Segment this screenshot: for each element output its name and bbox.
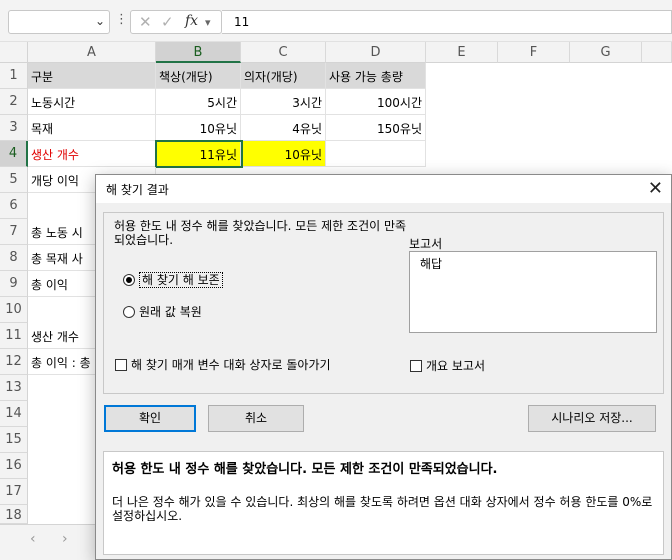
scroll-left-icon[interactable]: ‹ [30,531,36,547]
checkbox-icon [410,360,422,372]
radio-selected-icon [123,274,135,286]
row-header-14[interactable]: 14 [0,401,28,427]
description-box: 허용 한도 내 정수 해를 찾았습니다. 모든 제한 조건이 만족되었습니다. … [103,451,664,555]
row-header-5[interactable]: 5 [0,167,28,193]
restore-original-label: 원래 값 복원 [139,305,202,319]
description-title: 허용 한도 내 정수 해를 찾았습니다. 모든 제한 조건이 만족되었습니다. [112,462,498,477]
cell-a4[interactable]: 생산 개수 [28,141,156,167]
reports-list[interactable]: 해답 [409,251,657,333]
solver-results-dialog: 해 찾기 결과 ✕ 허용 한도 내 정수 해를 찾았습니다. 모든 제한 조건이… [95,174,672,560]
column-header-f[interactable]: F [498,42,570,63]
cell-b4[interactable]: 11유닛 [156,141,241,167]
checkbox-icon [115,359,127,371]
row-header-6[interactable]: 6 [0,193,28,219]
formula-bar: ⌄ ⋮ ✕ ✓ fx ▾ 11 [0,0,672,42]
cell-d4[interactable] [326,141,426,167]
column-header-h[interactable] [642,42,672,63]
function-dropdown-icon[interactable]: ▾ [205,16,211,29]
row-header-3[interactable]: 3 [0,115,28,141]
ok-button[interactable]: 확인 [104,405,196,432]
cell-a2[interactable]: 노동시간 [28,89,156,115]
row-header-15[interactable]: 15 [0,427,28,453]
keep-solution-radio[interactable]: 해 찾기 해 보존 [123,271,223,288]
reports-label: 보고서 [409,237,443,251]
row-header-2[interactable]: 2 [0,89,28,115]
dialog-title: 해 찾기 결과 [96,175,671,203]
row-header-9[interactable]: 9 [0,271,28,297]
row-header-18[interactable]: 18 [0,505,28,524]
row-header-11[interactable]: 11 [0,323,28,349]
close-icon[interactable]: ✕ [648,178,663,199]
restore-original-radio[interactable]: 원래 값 복원 [123,303,202,320]
result-message: 허용 한도 내 정수 해를 찾았습니다. 모든 제한 조건이 만족되었습니다. [114,219,407,247]
select-all-corner[interactable] [0,42,28,63]
cell-d1[interactable]: 사용 가능 총량 [326,63,426,89]
row-header-13[interactable]: 13 [0,375,28,401]
formula-input[interactable]: 11 [222,10,672,34]
insert-function-icon[interactable]: fx [185,13,198,29]
radio-icon [123,306,135,318]
scroll-right-icon[interactable]: › [62,531,68,547]
keep-solution-label: 해 찾기 해 보존 [139,272,223,288]
row-header-1[interactable]: 1 [0,63,28,89]
cell-c4[interactable]: 10유닛 [241,141,326,167]
column-header-c[interactable]: C [241,42,326,63]
chevron-down-icon[interactable]: ⌄ [95,14,105,28]
cell-c2[interactable]: 3시간 [241,89,326,115]
row-header-10[interactable]: 10 [0,297,28,323]
cell-c3[interactable]: 4유닛 [241,115,326,141]
enter-icon[interactable]: ✓ [161,13,174,31]
cell-a1[interactable]: 구분 [28,63,156,89]
cancel-button[interactable]: 취소 [208,405,304,432]
column-header-a[interactable]: A [28,42,156,63]
description-body: 더 나은 정수 해가 있을 수 있습니다. 최상의 해를 찾도록 하려면 옵션 … [112,495,653,523]
name-box[interactable]: ⌄ [8,10,110,34]
cell-b1[interactable]: 책상(개당) [156,63,241,89]
return-to-parameters-checkbox[interactable]: 해 찾기 매개 변수 대화 상자로 돌아가기 [115,356,331,373]
outline-reports-label: 개요 보고서 [426,359,486,373]
cell-d3[interactable]: 150유닛 [326,115,426,141]
report-item-answer[interactable]: 해답 [420,255,646,272]
cell-d2[interactable]: 100시간 [326,89,426,115]
return-to-parameters-label: 해 찾기 매개 변수 대화 상자로 돌아가기 [131,358,331,372]
column-header-d[interactable]: D [326,42,426,63]
row-header-4[interactable]: 4 [0,141,28,167]
outline-reports-checkbox[interactable]: 개요 보고서 [410,357,485,374]
cell-b2[interactable]: 5시간 [156,89,241,115]
cell-c1[interactable]: 의자(개당) [241,63,326,89]
row-header-17[interactable]: 17 [0,479,28,505]
row-header-7[interactable]: 7 [0,219,28,245]
cell-b3[interactable]: 10유닛 [156,115,241,141]
column-header-e[interactable]: E [426,42,498,63]
cancel-icon[interactable]: ✕ [139,13,152,31]
save-scenario-button[interactable]: 시나리오 저장... [528,405,656,432]
more-options-icon[interactable]: ⋮ [115,12,128,27]
formula-actions: ✕ ✓ fx ▾ [130,10,222,34]
column-header-b[interactable]: B [156,42,241,63]
row-header-12[interactable]: 12 [0,349,28,375]
column-header-g[interactable]: G [570,42,642,63]
row-header-16[interactable]: 16 [0,453,28,479]
row-header-8[interactable]: 8 [0,245,28,271]
cell-a3[interactable]: 목재 [28,115,156,141]
